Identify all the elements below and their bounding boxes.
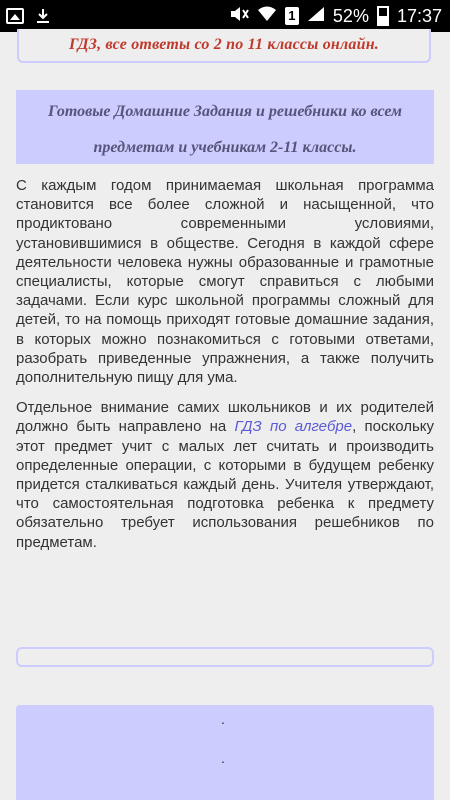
footer-box: . . bbox=[16, 705, 434, 800]
top-banner[interactable]: ГДЗ, все ответы со 2 по 11 классы онлайн… bbox=[17, 29, 431, 63]
article-paragraph-2: Отдельное внимание самих школьников и их… bbox=[16, 398, 434, 552]
mute-icon bbox=[229, 5, 249, 28]
status-bar: 1 52% 17:37 bbox=[0, 0, 450, 32]
article-paragraph-1: С каждым годом принимаемая школьная прог… bbox=[16, 177, 434, 387]
wifi-icon bbox=[257, 6, 277, 27]
footer-dot: . bbox=[221, 750, 225, 766]
clock: 17:37 bbox=[396, 5, 442, 26]
top-banner-text: ГДЗ, все ответы со 2 по 11 классы онлайн… bbox=[68, 36, 380, 53]
article-body: С каждым годом принимаемая школьная прог… bbox=[16, 176, 434, 563]
paragraph-2-text-after: , поскольку этот предмет учит с малых ле… bbox=[16, 418, 435, 551]
battery-icon bbox=[376, 6, 389, 26]
sim-badge: 1 bbox=[284, 7, 299, 25]
gdz-algebra-link[interactable]: ГДЗ по алгебре bbox=[235, 418, 353, 435]
footer-dot: . bbox=[221, 711, 225, 727]
gallery-notification-icon bbox=[6, 8, 24, 24]
empty-outlined-box bbox=[16, 647, 434, 667]
signal-icon bbox=[307, 6, 325, 27]
header-box: Готовые Домашние Задания и решебники ко … bbox=[16, 90, 434, 164]
download-notification-icon bbox=[34, 7, 52, 25]
header-title: Готовые Домашние Задания и решебники ко … bbox=[48, 103, 402, 156]
battery-percent: 52% bbox=[332, 5, 369, 26]
